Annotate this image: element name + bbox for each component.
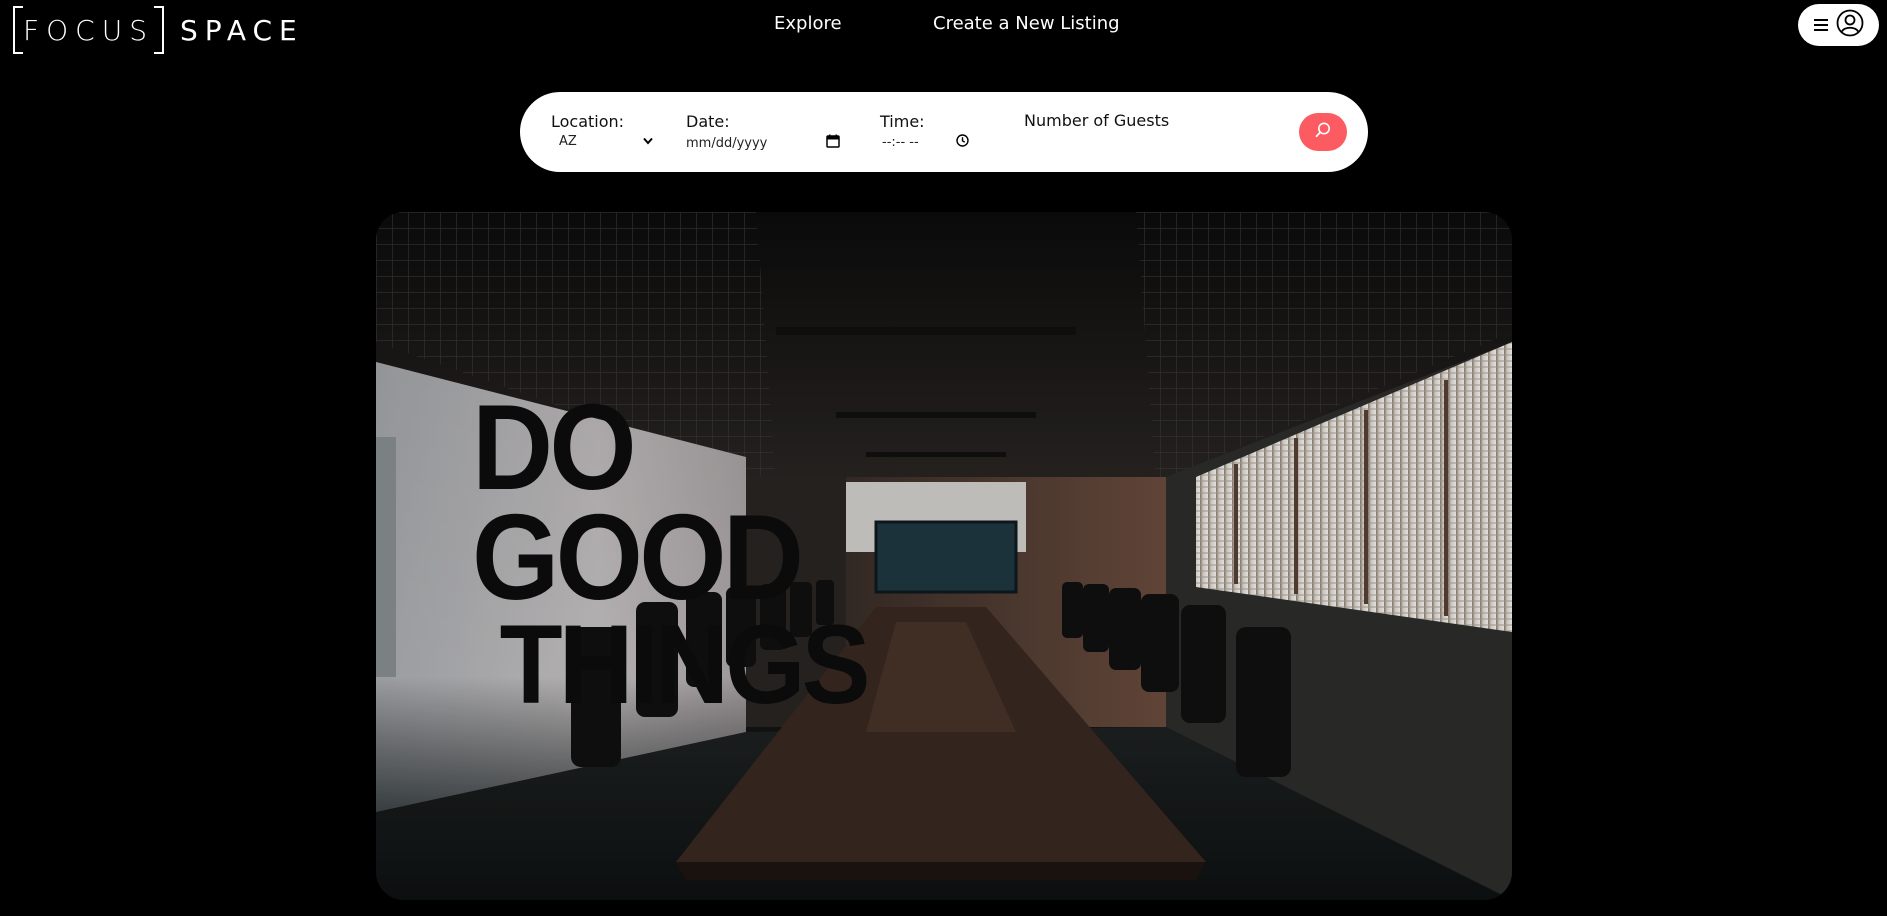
focus-space-logo[interactable]: FOCUS SPACE <box>13 5 304 55</box>
search-icon <box>1314 121 1332 143</box>
location-value: AZ <box>559 134 577 149</box>
hamburger-icon <box>1813 19 1828 31</box>
calendar-icon[interactable] <box>826 134 840 152</box>
time-label: Time: <box>880 112 925 131</box>
time-input[interactable]: --:-- -- <box>882 134 969 151</box>
wall-text-line-2: GOOD <box>472 488 804 625</box>
time-placeholder: --:-- -- <box>882 135 919 150</box>
date-placeholder: mm/dd/yyyy <box>686 135 768 151</box>
nav-create-listing-link[interactable]: Create a New Listing <box>933 13 1120 34</box>
chevron-down-icon <box>643 134 653 149</box>
logo-space-text: SPACE <box>179 13 304 47</box>
wall-text-line-3: THINGS <box>499 601 871 727</box>
search-bar: Location: AZ Date: mm/dd/yyyy Time: --:-… <box>520 92 1368 172</box>
search-button[interactable] <box>1299 113 1347 151</box>
user-avatar-icon <box>1836 9 1864 41</box>
clock-icon[interactable] <box>956 134 969 151</box>
location-select[interactable]: AZ <box>559 134 653 149</box>
page: FOCUS SPACE Explore Create a New Listing… <box>0 0 1887 916</box>
date-label: Date: <box>686 112 730 131</box>
date-input[interactable]: mm/dd/yyyy <box>686 134 840 152</box>
guests-input[interactable]: Number of Guests <box>1024 111 1169 130</box>
location-label: Location: <box>551 112 625 131</box>
user-menu-button[interactable] <box>1798 4 1879 46</box>
hero-wall-lettering: DO GOOD THINGS <box>472 386 871 727</box>
logo-focus-text: FOCUS <box>13 6 164 54</box>
hero-image: DO GOOD THINGS <box>376 212 1512 900</box>
nav-explore-link[interactable]: Explore <box>774 13 842 34</box>
